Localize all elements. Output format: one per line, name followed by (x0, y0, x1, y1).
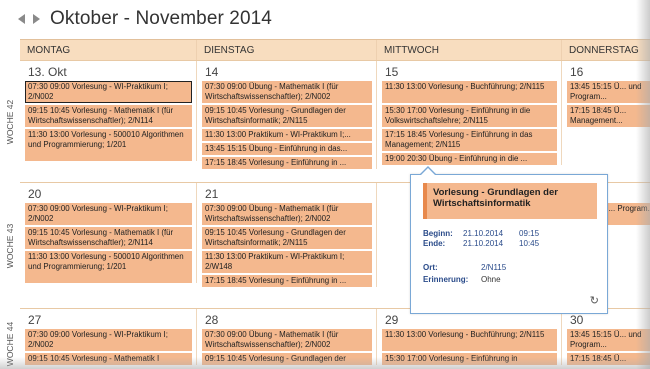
event-item[interactable]: 09:15 10:45 Vorlesung - Mathematik I (fü… (25, 105, 192, 127)
event-item[interactable]: 13:45 15:15 Ü... und Program... (567, 329, 650, 351)
calendar-header: Oktober - November 2014 (10, 0, 650, 38)
end-label: Ende: (423, 239, 446, 248)
day-header-tuesday: DIENSTAG (197, 40, 377, 60)
event-item[interactable]: 07:30 09:00 Vorlesung - WI-Praktikum I; … (25, 329, 192, 351)
day-number: 20 (28, 187, 42, 201)
event-item[interactable]: 17:15 18:45 Vorlesung - Einführung in da… (382, 129, 557, 151)
day-cell[interactable]: 27 07:30 09:00 Vorlesung - WI-Praktikum … (20, 309, 197, 365)
event-item[interactable]: 17:15 18:45 Ü... (567, 353, 650, 365)
event-item[interactable]: 17:15 18:45 Vorlesung - Einführung in ..… (202, 157, 372, 169)
event-item[interactable]: 07:30 09:00 Übung - Mathematik I (für Wi… (202, 329, 372, 351)
month-navigation (18, 14, 40, 24)
previous-arrow-icon[interactable] (18, 14, 25, 24)
event-item[interactable]: 11:30 13:00 Vorlesung - 500010 Algorithm… (25, 251, 192, 283)
begin-date: 21.10.2014 (463, 229, 504, 238)
event-item[interactable]: 11:30 13:00 Praktikum - WI-Praktikum I;.… (202, 129, 372, 141)
event-item[interactable]: 17:15 18:45 Ü... Management... (567, 105, 650, 127)
event-item[interactable]: 09:15 10:45 Vorlesung - Mathematik I (fü… (25, 227, 192, 249)
day-cell[interactable]: 29 11:30 13:00 Vorlesung - Buchführung; … (377, 309, 562, 365)
popup-begin-row: Beginn: 21.10.2014 09:15 (423, 229, 539, 238)
event-item[interactable]: 09:15 10:45 Vorlesung - Grundlagen der (202, 353, 372, 365)
day-number: 21 (205, 187, 219, 201)
calendar-window: Oktober - November 2014 MONTAG DIENSTAG … (0, 0, 650, 369)
event-peek-popup[interactable]: Vorlesung - Grundlagen der Wirtschaftsin… (410, 166, 608, 314)
date-range-title: Oktober - November 2014 (50, 8, 272, 29)
end-date: 21.10.2014 (463, 239, 504, 248)
event-item[interactable]: 15:30 17:00 Vorlesung - Einführung in (382, 353, 557, 365)
popup-location-row: Ort: 2/N115 (423, 263, 506, 272)
week-row: WOCHE 42 13. Okt 07:30 09:00 Vorlesung -… (5, 60, 650, 183)
popup-reminder-row: Erinnerung: Ohne (423, 275, 501, 284)
day-cell[interactable]: 14 07:30 09:00 Übung - Mathematik I (für… (197, 61, 377, 169)
day-header-row: MONTAG DIENSTAG MITTWOCH DONNERSTAG (20, 39, 650, 61)
event-item[interactable]: 07:30 09:00 Vorlesung - WI-Praktikum I; … (25, 81, 192, 103)
day-number: 27 (28, 313, 42, 327)
event-item[interactable]: 11:30 13:00 Vorlesung - Buchführung; 2/N… (382, 81, 557, 103)
location-label: Ort: (423, 263, 438, 272)
event-item[interactable]: 09:15 10:45 Vorlesung - Grundlagen der W… (202, 227, 372, 249)
event-item[interactable]: 07:30 09:00 Übung - Mathematik I (für Wi… (202, 203, 372, 225)
popup-title: Vorlesung - Grundlagen der Wirtschaftsin… (423, 183, 597, 219)
day-number: 14 (205, 65, 219, 79)
event-item[interactable]: 19:00 20:30 Übung - Einführung in die ..… (382, 153, 557, 165)
event-item[interactable]: 11:30 13:00 Praktikum - WI-Praktikum I; … (202, 251, 372, 273)
week-label: WOCHE 43 (5, 223, 15, 269)
day-cell[interactable]: 30 13:45 15:15 Ü... und Program... 17:15… (562, 309, 650, 365)
popup-end-row: Ende: 21.10.2014 10:45 (423, 239, 539, 248)
day-cell[interactable]: 15 11:30 13:00 Vorlesung - Buchführung; … (377, 61, 562, 165)
day-number: 28 (205, 313, 219, 327)
day-cell[interactable]: 16 13:45 15:15 Ü... und Program... 17:15… (562, 61, 650, 127)
location-value: 2/N115 (481, 263, 507, 272)
event-item[interactable]: 13:45 15:15 Ü... und Program... (567, 81, 650, 103)
event-item[interactable]: 07:30 09:00 Vorlesung - WI-Praktikum I; … (25, 203, 192, 225)
event-item[interactable]: 11:30 13:00 Vorlesung - 500010 Algorithm… (25, 129, 192, 161)
day-header-monday: MONTAG (20, 40, 197, 60)
event-item[interactable]: 13:45 15:15 Übung - Einführung in das... (202, 143, 372, 155)
day-cell[interactable]: 28 07:30 09:00 Übung - Mathematik I (für… (197, 309, 377, 365)
week-label: WOCHE 42 (5, 99, 15, 145)
event-item[interactable]: 17:15 18:45 Vorlesung - Einführung in ..… (202, 275, 372, 287)
event-item[interactable]: 11:30 13:00 Vorlesung - Buchführung; 2/N… (382, 329, 557, 351)
event-item[interactable]: 09:15 10:45 Vorlesung - Mathematik I (25, 353, 192, 365)
day-header-wednesday: MITTWOCH (377, 40, 562, 60)
day-number: 15 (385, 65, 399, 79)
reminder-label: Erinnerung: (423, 275, 469, 284)
next-arrow-icon[interactable] (33, 14, 40, 24)
event-item[interactable]: 07:30 09:00 Übung - Mathematik I (für Wi… (202, 81, 372, 103)
begin-label: Beginn: (423, 229, 453, 238)
end-time: 10:45 (519, 239, 540, 248)
day-cell[interactable]: 20 07:30 09:00 Vorlesung - WI-Praktikum … (20, 183, 197, 283)
event-item[interactable]: 15:30 17:00 Vorlesung - Einführung in di… (382, 105, 557, 127)
day-cell[interactable]: 13. Okt 07:30 09:00 Vorlesung - WI-Prakt… (20, 61, 197, 161)
week-label: WOCHE 44 (5, 321, 15, 367)
day-header-thursday: DONNERSTAG (569, 44, 639, 56)
day-cell[interactable]: 21 07:30 09:00 Übung - Mathematik I (für… (197, 183, 377, 287)
day-number: 13. Okt (28, 65, 67, 79)
week-row: WOCHE 44 27 07:30 09:00 Vorlesung - WI-P… (5, 308, 650, 369)
event-item[interactable]: 09:15 10:45 Vorlesung - Grundlagen der W… (202, 105, 372, 127)
refresh-icon[interactable]: ↻ (590, 294, 599, 307)
reminder-value: Ohne (481, 275, 501, 284)
begin-time: 09:15 (519, 229, 540, 238)
day-number: 16 (570, 65, 584, 79)
